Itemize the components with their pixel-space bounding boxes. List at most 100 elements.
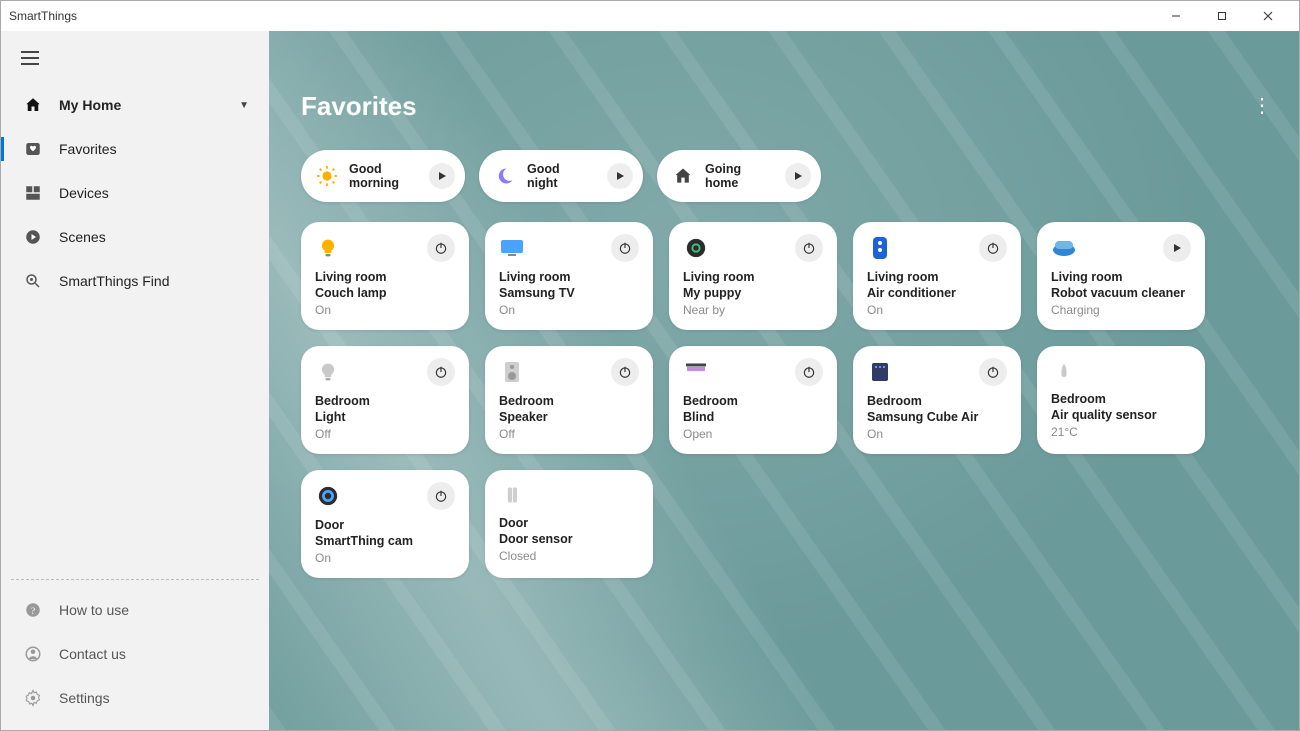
device-room: Living room [315,270,455,286]
power-button[interactable] [795,234,823,262]
device-card[interactable]: Living roomMy puppyNear by [669,222,837,330]
power-button[interactable] [611,358,639,386]
device-name: Light [315,410,455,426]
sidebar-footer-contact[interactable]: Contact us [1,632,269,676]
help-icon: ? [21,600,45,620]
scene-label: Goodmorning [349,162,419,191]
device-status: Off [315,427,455,441]
sidebar-footer-settings[interactable]: Settings [1,676,269,720]
devices-icon [21,183,45,203]
power-button[interactable] [427,234,455,262]
device-name: Couch lamp [315,286,455,302]
sidebar-footer-howto[interactable]: ? How to use [1,588,269,632]
maximize-button[interactable] [1199,2,1245,30]
device-status: Closed [499,549,639,563]
chevron-down-icon: ▼ [239,100,249,111]
minimize-button[interactable] [1153,2,1199,30]
location-label: My Home [59,97,121,113]
scene-card[interactable]: Goodnight [479,150,643,202]
device-name: Blind [683,410,823,426]
scene-card[interactable]: Goinghome [657,150,821,202]
sidebar-footer-label: Settings [59,690,110,706]
svg-text:?: ? [31,606,35,617]
find-icon [21,271,45,291]
device-card[interactable]: Living roomAir conditionerOn [853,222,1021,330]
power-button[interactable] [979,234,1007,262]
blind-icon [683,359,709,385]
moon-icon [493,164,517,188]
device-room: Living room [683,270,823,286]
device-status: Open [683,427,823,441]
device-card[interactable]: BedroomBlindOpen [669,346,837,454]
device-room: Living room [499,270,639,286]
device-room: Bedroom [683,394,823,410]
device-room: Living room [1051,270,1191,286]
main-content: ⋮ Favorites GoodmorningGoodnightGoinghom… [269,31,1299,730]
cube-icon [867,359,893,385]
devices-grid: Living roomCouch lampOnLiving roomSamsun… [301,222,1267,578]
sidebar-item-find[interactable]: SmartThings Find [1,259,269,303]
device-name: My puppy [683,286,823,302]
menu-icon[interactable] [21,51,39,65]
device-status: On [315,551,455,565]
device-room: Bedroom [499,394,639,410]
contact-icon [21,644,45,664]
device-status: On [867,303,1007,317]
play-icon[interactable] [429,163,455,189]
device-card[interactable]: Living roomCouch lampOn [301,222,469,330]
scene-label: Goinghome [705,162,775,191]
power-button[interactable] [611,234,639,262]
sidebar-item-scenes[interactable]: Scenes [1,215,269,259]
ac-icon [867,235,893,261]
sidebar-item-label: Devices [59,185,109,201]
sidebar-divider [11,579,259,580]
power-button[interactable] [427,358,455,386]
robot-icon [1051,235,1077,261]
device-status: On [867,427,1007,441]
location-selector[interactable]: My Home ▼ [1,83,269,127]
sun-icon [315,164,339,188]
device-status: On [315,303,455,317]
home-icon [21,95,45,115]
scene-card[interactable]: Goodmorning [301,150,465,202]
device-card[interactable]: BedroomAir quality sensor21°C [1037,346,1205,454]
window-controls [1153,2,1291,30]
close-button[interactable] [1245,2,1291,30]
device-card[interactable]: Living roomSamsung TVOn [485,222,653,330]
play-icon[interactable] [607,163,633,189]
power-button[interactable] [427,482,455,510]
speaker-icon [499,359,525,385]
device-status: Near by [683,303,823,317]
device-status: On [499,303,639,317]
sidebar-footer-label: How to use [59,602,129,618]
play-button[interactable] [1163,234,1191,262]
heart-icon [21,139,45,159]
device-name: SmartThing cam [315,534,455,550]
play-icon[interactable] [785,163,811,189]
sidebar-item-label: SmartThings Find [59,273,169,289]
device-card[interactable]: DoorDoor sensorClosed [485,470,653,578]
device-status: 21°C [1051,425,1191,439]
device-room: Bedroom [1051,392,1191,408]
sidebar-footer-label: Contact us [59,646,126,662]
sidebar-item-label: Favorites [59,141,117,157]
house-icon [671,164,695,188]
sidebar-item-favorites[interactable]: Favorites [1,127,269,171]
door-icon [499,482,525,508]
power-button[interactable] [795,358,823,386]
device-room: Bedroom [315,394,455,410]
device-card[interactable]: BedroomSamsung Cube AirOn [853,346,1021,454]
tag-icon [683,235,709,261]
device-name: Robot vacuum cleaner [1051,286,1191,302]
device-card[interactable]: BedroomSpeakerOff [485,346,653,454]
device-room: Door [499,516,639,532]
power-button[interactable] [979,358,1007,386]
device-room: Bedroom [867,394,1007,410]
sidebar-item-devices[interactable]: Devices [1,171,269,215]
device-card[interactable]: DoorSmartThing camOn [301,470,469,578]
device-card[interactable]: BedroomLightOff [301,346,469,454]
device-name: Samsung TV [499,286,639,302]
page-title: Favorites [301,91,1267,122]
device-name: Samsung Cube Air [867,410,1007,426]
device-card[interactable]: Living roomRobot vacuum cleanerCharging [1037,222,1205,330]
